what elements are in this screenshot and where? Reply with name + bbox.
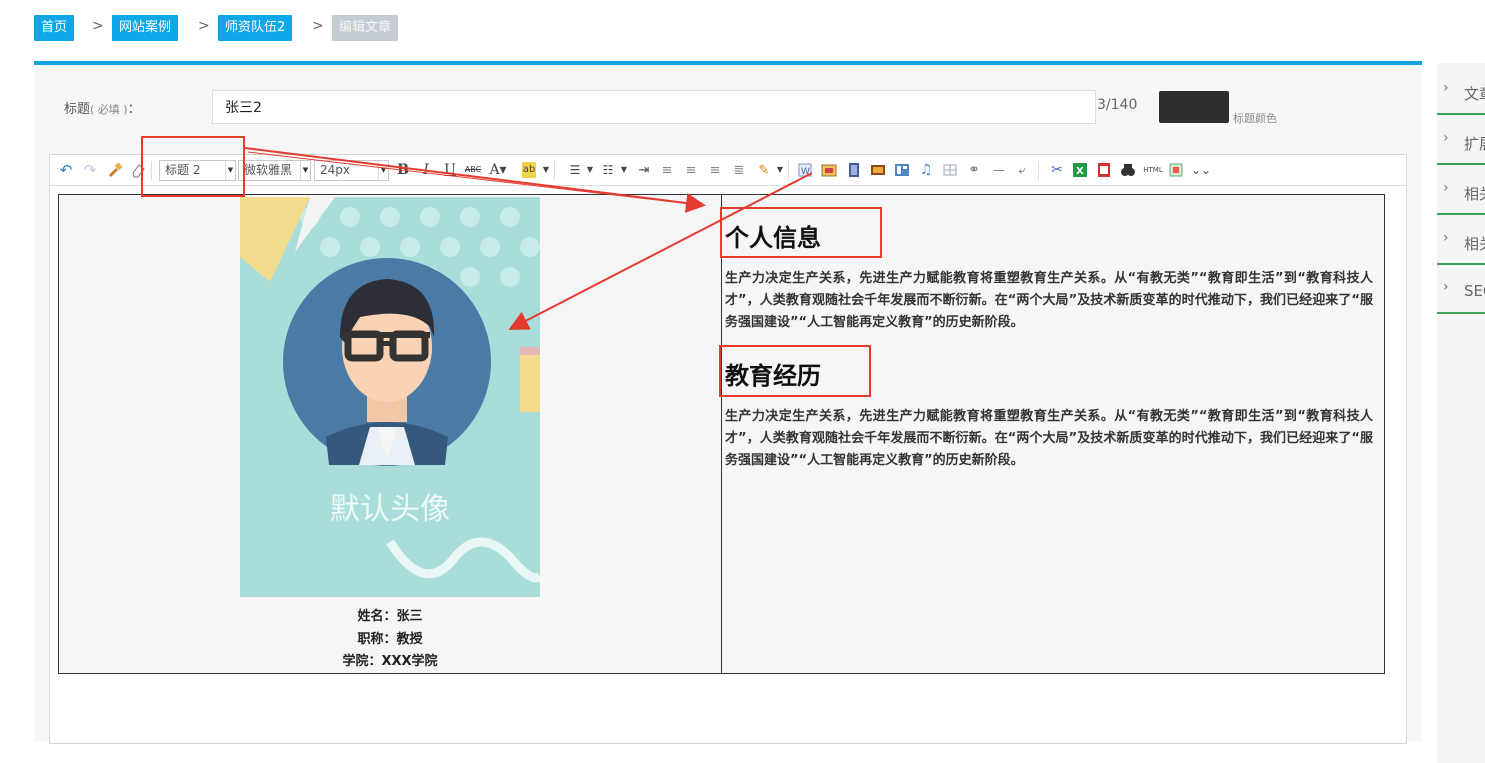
sidebar-item-label: 相关 [1464, 185, 1485, 203]
sidebar-item-related-2[interactable]: › 相关 [1437, 217, 1485, 265]
sidebar-item-seo[interactable]: › SEO [1437, 266, 1485, 314]
sidebar-item-label: SEO [1464, 282, 1485, 300]
sidebar-item-article[interactable]: › 文章 [1437, 67, 1485, 115]
sidebar-item-label: 文章 [1464, 85, 1485, 103]
sidebar-item-label: 扩展 [1464, 135, 1485, 153]
annotation-arrows [244, 147, 813, 330]
chevron-right-icon: › [1443, 130, 1449, 146]
chevron-right-icon: › [1443, 80, 1449, 96]
sidebar-item-related-1[interactable]: › 相关 [1437, 167, 1485, 215]
chevron-right-icon: › [1443, 230, 1449, 246]
sidebar-item-extend[interactable]: › 扩展 [1437, 117, 1485, 165]
chevron-right-icon: › [1443, 279, 1449, 295]
sidebar-item-label: 相关 [1464, 235, 1485, 253]
chevron-right-icon: › [1443, 180, 1449, 196]
